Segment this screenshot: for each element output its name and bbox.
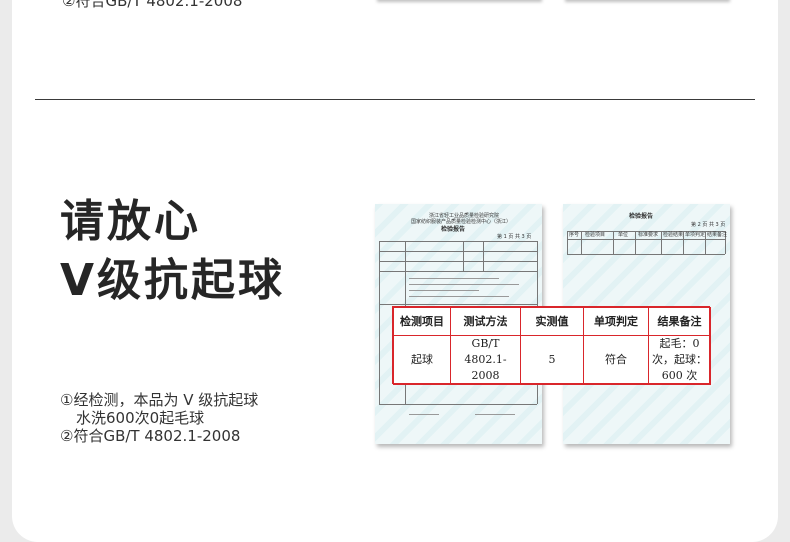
feature-item-1-detail: 水洗600次0起毛球 bbox=[76, 409, 205, 427]
cell-test-method: GB/T 4802.1-2008 bbox=[450, 335, 521, 385]
remark-line-1: 起毛：0 bbox=[659, 337, 700, 350]
remark-line-3: 600 次 bbox=[661, 369, 698, 382]
cell-verdict: 符合 bbox=[583, 335, 649, 385]
feature-item-2: ②符合GB/T 4802.1-2008 bbox=[60, 427, 241, 445]
report-2-header-1: 序号 bbox=[569, 232, 580, 238]
report-2-header-5: 检验结果 bbox=[663, 232, 684, 238]
cell-measured-value: 5 bbox=[520, 335, 584, 385]
report-2-header-2: 检验项目 bbox=[585, 232, 606, 238]
table-row: 起球 GB/T 4802.1-2008 5 符合 起毛：0 次，起球： 600 … bbox=[393, 335, 711, 385]
section-divider bbox=[35, 99, 755, 100]
pilling-test-result-table: 检测项目 测试方法 实测值 单项判定 结果备注 起球 GB/T 4802.1-2… bbox=[392, 306, 711, 385]
feature-item-1: ①经检测，本品为 V 级抗起球 bbox=[60, 391, 259, 409]
report-2-page-number: 第 2 页 共 3 页 bbox=[691, 222, 726, 228]
cell-test-item: 起球 bbox=[393, 335, 451, 385]
report-2-header-4: 标准要求 bbox=[638, 232, 659, 238]
header-test-item: 检测项目 bbox=[393, 307, 451, 336]
header-remark: 结果备注 bbox=[648, 307, 711, 336]
headline-line-2: V级抗起球 bbox=[60, 255, 286, 306]
report-2-header-6: 单项判定 bbox=[685, 232, 706, 238]
report-2-header-7: 结果备注 bbox=[707, 232, 728, 238]
cell-remark: 起毛：0 次，起球： 600 次 bbox=[648, 335, 711, 385]
header-measured-value: 实测值 bbox=[520, 307, 584, 336]
header-test-method: 测试方法 bbox=[450, 307, 521, 336]
headline-line-1: 请放心 bbox=[60, 196, 201, 247]
method-number: 4802.1-2008 bbox=[464, 353, 507, 382]
method-standard: GB/T bbox=[471, 337, 500, 350]
feature-list: ①经检测，本品为 V 级抗起球 水洗600次0起毛球 ②符合GB/T 4802.… bbox=[60, 391, 258, 445]
report-page-number: 第 1 页 共 3 页 bbox=[497, 234, 532, 240]
report-2-title: 检验报告 bbox=[629, 213, 654, 220]
header-verdict: 单项判定 bbox=[583, 307, 649, 336]
report-title: 检验报告 bbox=[441, 226, 466, 233]
top-fragment-text: ②符合GB/T 4802.1-2008 bbox=[62, 0, 243, 10]
report-center-name: 国家纺织服装产品质量检验检测中心（浙江） bbox=[411, 219, 512, 225]
remark-line-2: 次，起球： bbox=[652, 353, 707, 366]
report-2-header-3: 单位 bbox=[618, 232, 629, 238]
